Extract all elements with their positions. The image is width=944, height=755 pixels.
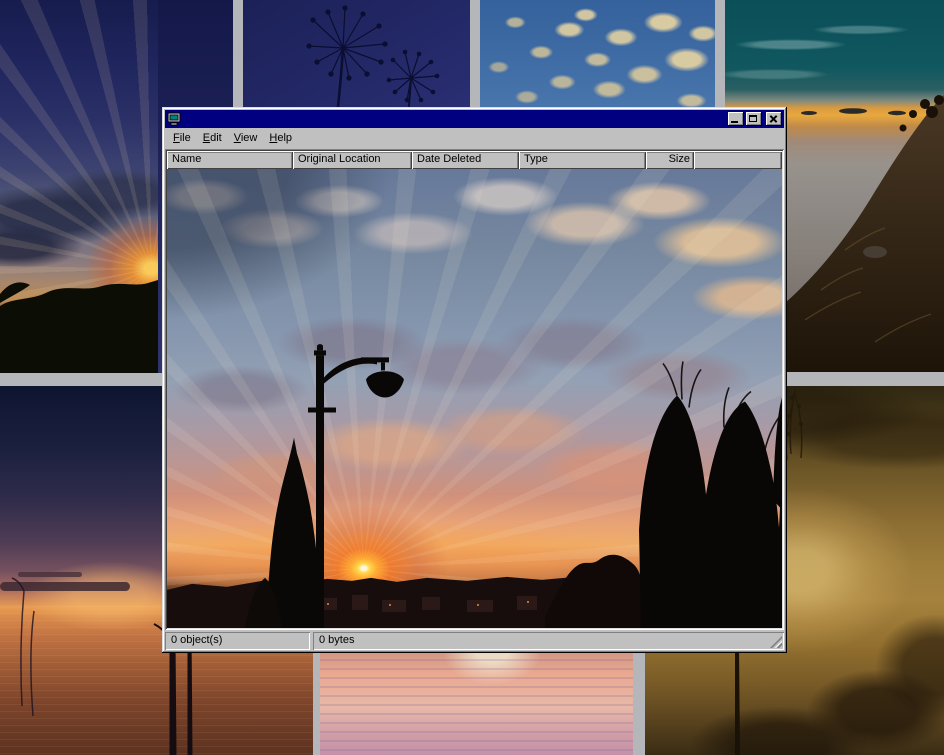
column-header-size[interactable]: Size — [646, 151, 694, 169]
minimize-button[interactable] — [728, 112, 744, 126]
sunset-silhouettes — [167, 169, 782, 628]
status-bar: 0 object(s) 0 bytes — [165, 632, 784, 650]
menu-view[interactable]: View — [228, 130, 264, 147]
column-header-empty[interactable] — [694, 151, 782, 169]
close-button[interactable] — [766, 112, 782, 126]
list-view-client: Name Original Location Date Deleted Type… — [165, 149, 784, 630]
column-header-date-deleted[interactable]: Date Deleted — [412, 151, 519, 169]
menu-edit[interactable]: Edit — [197, 130, 228, 147]
wallpaper-photo-sunset-rays — [0, 0, 158, 373]
maximize-button[interactable] — [746, 112, 762, 126]
menu-bar: File Edit View Help — [165, 128, 784, 149]
menu-help[interactable]: Help — [263, 130, 298, 147]
column-header-original-location[interactable]: Original Location — [293, 151, 412, 169]
menu-file[interactable]: File — [167, 130, 197, 147]
list-view-area-sunset-photo[interactable] — [167, 169, 782, 628]
desktop: { "colors": { "titlebar": "#000080", "wi… — [0, 0, 944, 755]
status-size: 0 bytes — [313, 632, 784, 650]
minimize-icon — [731, 121, 738, 123]
title-bar[interactable] — [165, 110, 784, 128]
column-header-type[interactable]: Type — [519, 151, 646, 169]
column-header-name[interactable]: Name — [167, 151, 293, 169]
column-header-row: Name Original Location Date Deleted Type… — [167, 151, 782, 169]
treeline-silhouette — [0, 0, 158, 373]
maximize-icon — [749, 115, 757, 122]
computer-icon — [167, 112, 181, 126]
status-object-count: 0 object(s) — [165, 632, 310, 650]
resize-grip[interactable] — [770, 636, 782, 648]
recycle-bin-window: File Edit View Help Name Original Locati… — [162, 107, 787, 653]
